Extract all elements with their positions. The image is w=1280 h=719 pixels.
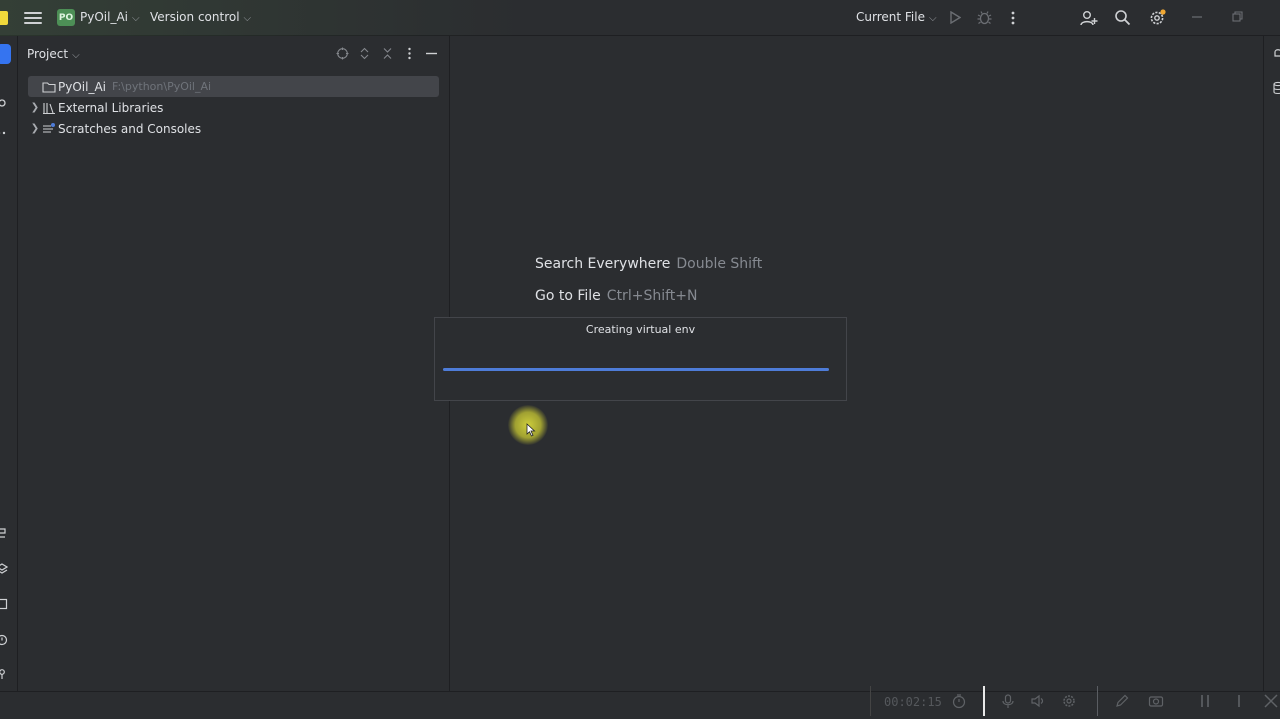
- pen-icon[interactable]: [1114, 693, 1130, 709]
- folder-icon: [42, 81, 56, 93]
- database-icon[interactable]: [1273, 81, 1280, 95]
- run-icon[interactable]: [949, 11, 961, 24]
- chevron-down-icon: ⌵: [72, 50, 80, 61]
- status-bar: [0, 691, 1280, 719]
- recorder-settings-icon[interactable]: [1061, 693, 1077, 709]
- project-panel: Project ⌵ PyOil_Ai F:\python\PyOil_Ai ❯ E…: [18, 36, 450, 691]
- chevron-right-icon[interactable]: ❯: [28, 123, 42, 134]
- stop-icon[interactable]: [1231, 693, 1247, 709]
- chevron-down-icon: ⌵: [132, 13, 140, 24]
- tree-item-project-root[interactable]: PyOil_Ai F:\python\PyOil_Ai: [28, 76, 439, 97]
- pause-icon[interactable]: [1197, 693, 1213, 709]
- scratches-icon: [43, 122, 55, 133]
- tree-item-external-libraries[interactable]: ❯ External Libraries: [28, 97, 164, 118]
- right-tool-strip: [1263, 36, 1280, 691]
- tree-item-label: PyOil_Ai: [58, 79, 106, 94]
- mouse-cursor-icon: [526, 423, 536, 437]
- hide-panel-icon[interactable]: [425, 47, 438, 60]
- microphone-icon[interactable]: [1000, 693, 1016, 709]
- run-config-label: Current File: [856, 10, 925, 24]
- vcs-label: Version control: [150, 10, 240, 24]
- project-switcher[interactable]: PyOil_Ai ⌵: [80, 10, 140, 24]
- minimize-window-icon[interactable]: [1190, 10, 1204, 24]
- project-panel-title: Project: [27, 47, 69, 61]
- go-to-file-hint: Go to File Ctrl+Shift+N: [535, 288, 697, 304]
- layers-icon[interactable]: [0, 563, 8, 575]
- debug-icon[interactable]: [977, 10, 992, 25]
- add-user-icon[interactable]: [1080, 9, 1098, 27]
- library-icon: [43, 102, 55, 114]
- notifications-bell-icon[interactable]: [1273, 46, 1280, 60]
- project-panel-header[interactable]: Project ⌵: [27, 47, 80, 61]
- project-name: PyOil_Ai: [80, 10, 128, 24]
- project-badge: PO: [57, 9, 75, 26]
- hint-shortcut: Double Shift: [676, 256, 763, 272]
- commit-icon[interactable]: [0, 97, 8, 109]
- progress-title: Creating virtual env: [585, 323, 696, 336]
- hint-shortcut: Ctrl+Shift+N: [606, 288, 698, 304]
- vcs-widget[interactable]: Version control ⌵: [150, 10, 251, 24]
- timer-icon[interactable]: [951, 693, 967, 709]
- camera-icon[interactable]: [1148, 693, 1164, 709]
- tree-item-label: External Libraries: [58, 100, 164, 115]
- chevron-right-icon[interactable]: ❯: [28, 102, 42, 113]
- more-vertical-icon[interactable]: [1007, 10, 1019, 26]
- options-icon[interactable]: [403, 47, 416, 60]
- chevron-down-icon: ⌵: [928, 13, 937, 24]
- collapse-all-icon[interactable]: [381, 47, 394, 60]
- settings-gear-icon[interactable]: [1148, 9, 1166, 27]
- tree-item-path: F:\python\PyOil_Ai: [112, 80, 212, 93]
- locate-target-icon[interactable]: [336, 47, 349, 60]
- hint-action: Go to File: [535, 288, 601, 304]
- problems-icon[interactable]: [0, 634, 8, 646]
- project-tool-window-icon[interactable]: [0, 44, 11, 64]
- tree-item-scratches[interactable]: ❯ Scratches and Consoles: [28, 118, 201, 139]
- recorder-timer: 00:02:15: [884, 695, 942, 709]
- terminal-icon[interactable]: [0, 598, 8, 610]
- left-tool-strip: [0, 36, 18, 691]
- run-config-selector[interactable]: Current File ⌵: [856, 10, 937, 24]
- chevron-down-icon: ⌵: [243, 13, 252, 24]
- main-menu-icon[interactable]: [24, 10, 42, 26]
- python-packages-icon[interactable]: [0, 527, 8, 539]
- search-icon[interactable]: [1114, 9, 1131, 26]
- close-recorder-icon[interactable]: [1263, 693, 1279, 709]
- tree-item-label: Scratches and Consoles: [58, 121, 202, 136]
- progress-bar: [443, 368, 829, 371]
- restore-window-icon[interactable]: [1230, 10, 1244, 24]
- hint-action: Search Everywhere: [535, 256, 671, 272]
- more-tools-icon[interactable]: [0, 127, 8, 139]
- title-bar: PO PyOil_Ai ⌵ Version control ⌵ Current Fi…: [0, 0, 1280, 36]
- title-bar-gloss: [0, 0, 520, 36]
- git-icon[interactable]: [0, 668, 8, 680]
- progress-dialog: Creating virtual env: [434, 317, 847, 401]
- progress-bar-fill: [443, 368, 829, 371]
- speaker-icon[interactable]: [1030, 693, 1046, 709]
- expand-all-icon[interactable]: [358, 47, 371, 60]
- search-everywhere-hint: Search Everywhere Double Shift: [535, 256, 762, 272]
- pycharm-logo-icon[interactable]: [0, 11, 8, 25]
